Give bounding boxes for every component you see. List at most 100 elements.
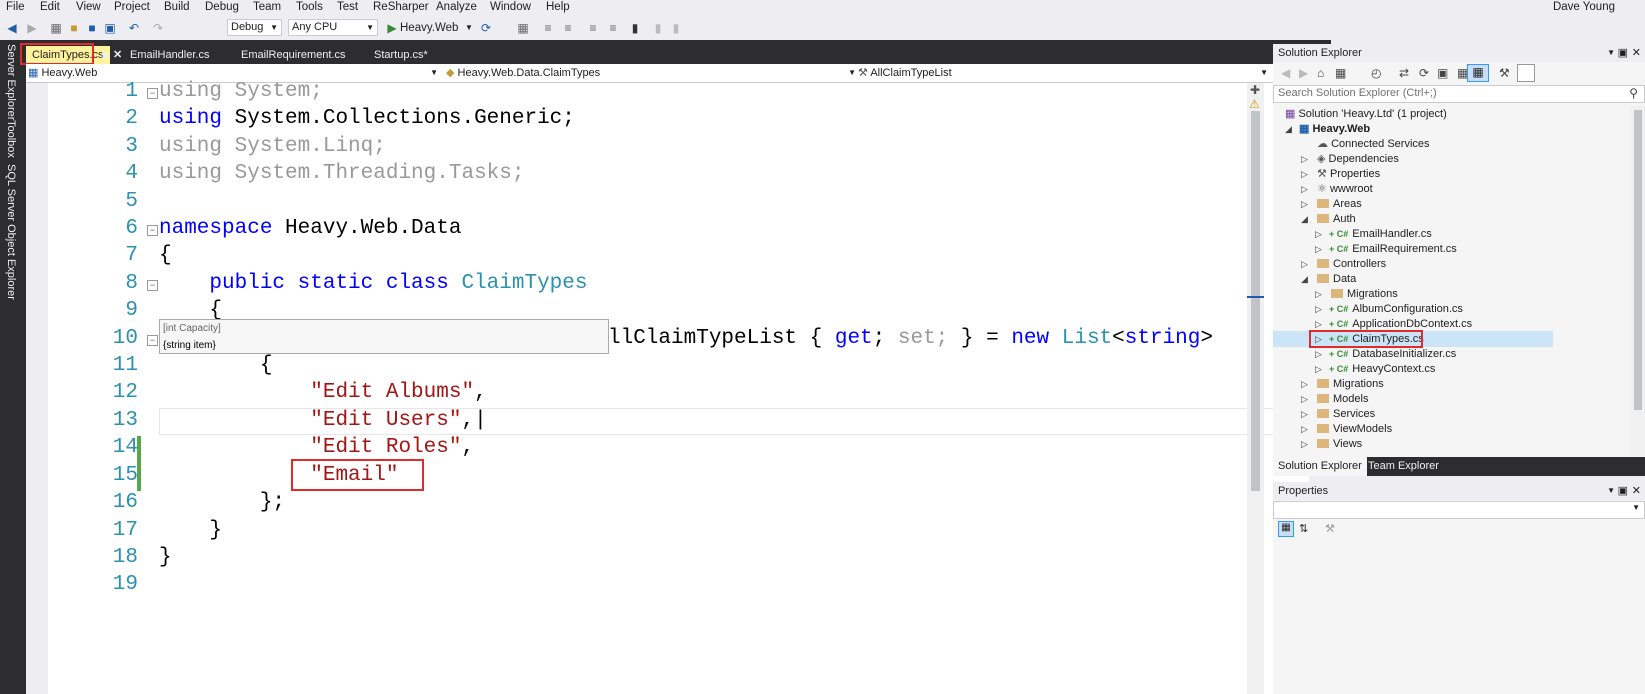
tree-item-services[interactable]: Services <box>1317 407 1375 422</box>
member-dropdown[interactable]: ⚒ AllClaimTypeList ▼ <box>858 65 1268 81</box>
split-icon[interactable]: ✚ <box>1250 83 1260 97</box>
tree-item-migrations[interactable]: Migrations <box>1317 377 1384 392</box>
configuration-select[interactable]: Debug ▼ <box>227 19 282 36</box>
dropdown-icon[interactable]: ▼ <box>1607 44 1615 62</box>
collapse-all-icon[interactable]: ▣ <box>1437 66 1448 80</box>
tree-item-properties[interactable]: ⚒ Properties <box>1317 167 1380 182</box>
undo-icon[interactable]: ↶ <box>126 19 142 36</box>
run-icon[interactable]: ▶ <box>385 19 399 36</box>
bookmark-icon[interactable]: ▮ <box>627 19 643 36</box>
scroll-thumb[interactable] <box>1634 110 1642 410</box>
tree-item-databaseinitializer[interactable]: + C# DatabaseInitializer.cs <box>1329 347 1456 362</box>
run-dropdown-icon[interactable]: ▼ <box>464 19 474 36</box>
expanded-arrow-icon[interactable]: ◢ <box>1301 274 1308 285</box>
menu-build[interactable]: Build <box>164 0 190 15</box>
collapsed-arrow-icon[interactable]: ▷ <box>1301 259 1308 270</box>
tab-emailhandler[interactable]: EmailHandler.cs <box>130 46 209 64</box>
collapsed-arrow-icon[interactable]: ▷ <box>1315 319 1322 330</box>
tree-item-dependencies[interactable]: ◈ Dependencies <box>1317 152 1399 167</box>
back-icon[interactable]: ◀ <box>4 19 20 36</box>
pin-icon[interactable]: ▣ <box>101 46 110 64</box>
warning-icon[interactable]: ⚠ <box>1249 97 1260 111</box>
menu-window[interactable]: Window <box>490 0 531 15</box>
refresh-icon[interactable]: ⟳ <box>478 19 494 36</box>
collapse-icon[interactable]: − <box>147 88 158 99</box>
expanded-arrow-icon[interactable]: ◢ <box>1285 124 1292 135</box>
pin-icon[interactable]: ▣ <box>1618 482 1628 500</box>
solution-search-input[interactable]: Search Solution Explorer (Ctrl+;) ⚲ <box>1273 85 1645 103</box>
close-icon[interactable]: ✕ <box>1632 44 1641 62</box>
tree-item-emailhandler[interactable]: + C# EmailHandler.cs <box>1329 227 1432 242</box>
tree-item-wwwroot[interactable]: ⚛ wwwroot <box>1317 182 1373 197</box>
close-icon[interactable]: ✕ <box>1632 482 1641 500</box>
toolbox-tab[interactable]: Toolbox <box>5 120 17 158</box>
menu-project[interactable]: Project <box>114 0 150 15</box>
property-pages-icon[interactable]: ⚒ <box>1325 522 1335 535</box>
project-dropdown[interactable]: ▦ Heavy.Web ▼ <box>28 65 438 81</box>
pending-changes-icon[interactable]: ◴ <box>1371 66 1381 80</box>
user-name[interactable]: Dave Young <box>1553 0 1615 15</box>
tree-item-heavycontext[interactable]: + C# HeavyContext.cs <box>1329 362 1435 377</box>
sync-icon[interactable]: ⇄ <box>1399 66 1409 80</box>
collapse-icon[interactable]: − <box>147 280 158 291</box>
menu-file[interactable]: File <box>6 0 25 15</box>
menu-view[interactable]: View <box>76 0 101 15</box>
pin-icon[interactable]: ▣ <box>1618 44 1628 62</box>
next-bookmark-icon[interactable]: ▮ <box>668 19 684 36</box>
home-icon[interactable]: ⌂ <box>1317 66 1324 80</box>
tree-item-connected-services[interactable]: ☁ Connected Services <box>1317 137 1430 152</box>
alphabetical-icon[interactable]: ⇅ <box>1299 522 1308 535</box>
tree-item-auth[interactable]: Auth <box>1317 212 1356 227</box>
tree-item-views[interactable]: Views <box>1317 437 1362 452</box>
outdent-icon[interactable]: ≡ <box>560 19 576 36</box>
collapsed-arrow-icon[interactable]: ▷ <box>1301 199 1308 210</box>
tree-item-data[interactable]: Data <box>1317 272 1356 287</box>
open-folder-icon[interactable]: ■ <box>66 19 82 36</box>
collapsed-arrow-icon[interactable]: ▷ <box>1301 184 1308 195</box>
tab-team-explorer[interactable]: Team Explorer <box>1363 457 1444 476</box>
menu-test[interactable]: Test <box>337 0 358 15</box>
comment-icon[interactable]: ≡ <box>585 19 601 36</box>
tree-scrollbar[interactable] <box>1631 106 1645 456</box>
collapsed-arrow-icon[interactable]: ▷ <box>1301 409 1308 420</box>
tree-item-data-migrations[interactable]: Migrations <box>1331 287 1398 302</box>
menu-resharper[interactable]: ReSharper <box>373 0 429 15</box>
uncomment-icon[interactable]: ≡ <box>605 19 621 36</box>
tab-solution-explorer[interactable]: Solution Explorer <box>1273 457 1367 476</box>
collapsed-arrow-icon[interactable]: ▷ <box>1315 304 1322 315</box>
forward-icon[interactable]: ▶ <box>1299 66 1308 80</box>
collapsed-arrow-icon[interactable]: ▷ <box>1301 424 1308 435</box>
run-button[interactable]: Heavy.Web <box>400 19 462 36</box>
indent-icon[interactable]: ≡ <box>540 19 556 36</box>
editor-scrollbar[interactable]: ✚ ⚠ <box>1247 83 1264 694</box>
redo-icon[interactable]: ↷ <box>150 19 166 36</box>
dropdown-icon[interactable]: ▼ <box>1607 482 1615 500</box>
refresh-icon[interactable]: ⟳ <box>1419 66 1429 80</box>
collapsed-arrow-icon[interactable]: ▷ <box>1301 379 1308 390</box>
tree-item-emailrequirement[interactable]: + C# EmailRequirement.cs <box>1329 242 1457 257</box>
platform-select[interactable]: Any CPU ▼ <box>288 19 378 36</box>
find-icon[interactable]: ▦ <box>515 19 531 36</box>
tree-item-areas[interactable]: Areas <box>1317 197 1362 212</box>
preview-selected-icon[interactable]: ▦ <box>1467 64 1489 82</box>
tree-item-models[interactable]: Models <box>1317 392 1368 407</box>
tree-item-viewmodels[interactable]: ViewModels <box>1317 422 1392 437</box>
scroll-thumb[interactable] <box>1251 111 1260 491</box>
tree-item-solution[interactable]: ▦ Solution 'Heavy.Ltd' (1 project) <box>1285 107 1447 122</box>
new-project-icon[interactable]: ▦ <box>48 19 64 36</box>
code-editor[interactable]: 1 2 3 4 5 6 7 8 9 10 11 12 13 14 15 16 1… <box>48 80 1309 694</box>
server-explorer-tab[interactable]: Server Explorer <box>5 44 17 120</box>
back-icon[interactable]: ◀ <box>1281 66 1290 80</box>
menu-tools[interactable]: Tools <box>296 0 323 15</box>
save-all-icon[interactable]: ▣ <box>102 19 118 36</box>
tree-item-project[interactable]: ▦ Heavy.Web <box>1299 122 1370 137</box>
collapsed-arrow-icon[interactable]: ▷ <box>1301 439 1308 450</box>
toggle-icon[interactable] <box>1517 64 1535 82</box>
prev-bookmark-icon[interactable]: ▮ <box>650 19 666 36</box>
expanded-arrow-icon[interactable]: ◢ <box>1301 214 1308 225</box>
save-icon[interactable]: ■ <box>84 19 100 36</box>
properties-object-select[interactable]: ▼ <box>1273 501 1645 519</box>
collapsed-arrow-icon[interactable]: ▷ <box>1315 229 1322 240</box>
menu-analyze[interactable]: Analyze <box>436 0 477 15</box>
forward-icon[interactable]: ▶ <box>24 19 40 36</box>
